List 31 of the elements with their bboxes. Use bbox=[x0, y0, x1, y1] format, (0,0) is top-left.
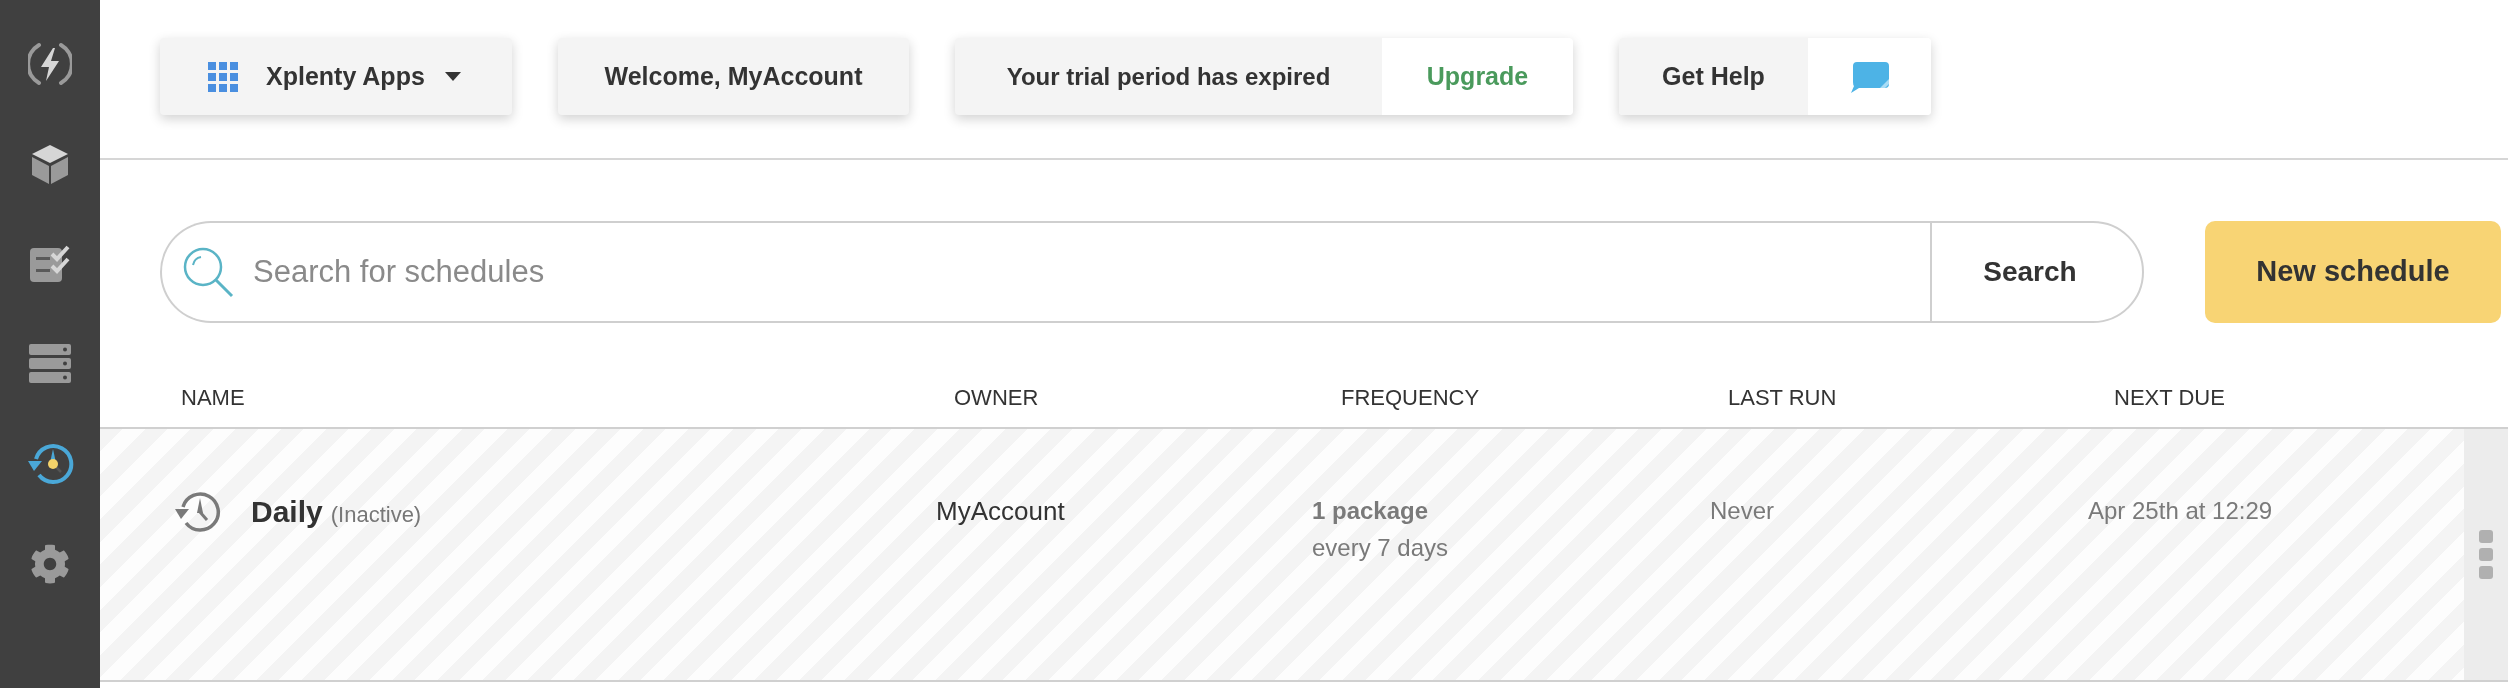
new-schedule-button[interactable]: New schedule bbox=[2205, 221, 2501, 323]
frequency-interval: every 7 days bbox=[1312, 533, 1449, 563]
column-header: OWNER bbox=[954, 383, 1039, 412]
server-icon[interactable] bbox=[29, 344, 71, 384]
checklist-icon[interactable] bbox=[28, 244, 72, 284]
schedule-name[interactable]: Daily bbox=[251, 492, 323, 532]
cube-icon[interactable] bbox=[30, 143, 70, 185]
apps-menu-button[interactable]: Xplenty Apps bbox=[160, 38, 512, 115]
owner-cell-text: MyAccount bbox=[936, 495, 1065, 528]
column-header: NEXT DUE bbox=[2114, 383, 2225, 412]
history-icon bbox=[173, 489, 221, 535]
help-button[interactable]: Get Help bbox=[1619, 38, 1808, 115]
caret-down-icon bbox=[444, 72, 461, 81]
column-header: NAME bbox=[181, 383, 245, 412]
last-run-cell-text: Never bbox=[1710, 496, 1775, 526]
trial-message: Your trial period has expired bbox=[1005, 61, 1332, 92]
search-icon bbox=[181, 245, 235, 299]
package-count: 1 package bbox=[1312, 496, 1429, 526]
bolt-icon[interactable] bbox=[28, 42, 72, 86]
gear-icon[interactable] bbox=[30, 544, 70, 584]
history-icon[interactable] bbox=[26, 441, 74, 487]
vertical-dots-icon bbox=[2479, 529, 2493, 580]
column-header: FREQUENCY bbox=[1341, 383, 1480, 412]
next-due-cell-text: Apr 25th at 12:29 bbox=[2088, 496, 2273, 526]
schedule-row[interactable]: Daily (Inactive) MyAccount 1 package every 7 days Never Apr 25th at 12:29 bbox=[100, 429, 2464, 680]
welcome-message: Welcome, MyAccount bbox=[558, 38, 909, 115]
apps-grid-icon bbox=[208, 61, 238, 92]
search-field[interactable]: Search for schedules bbox=[160, 221, 1930, 323]
search-button[interactable]: Search bbox=[1930, 221, 2144, 323]
schedule-status: (Inactive) bbox=[330, 501, 422, 529]
column-header: LAST RUN bbox=[1728, 383, 1837, 412]
